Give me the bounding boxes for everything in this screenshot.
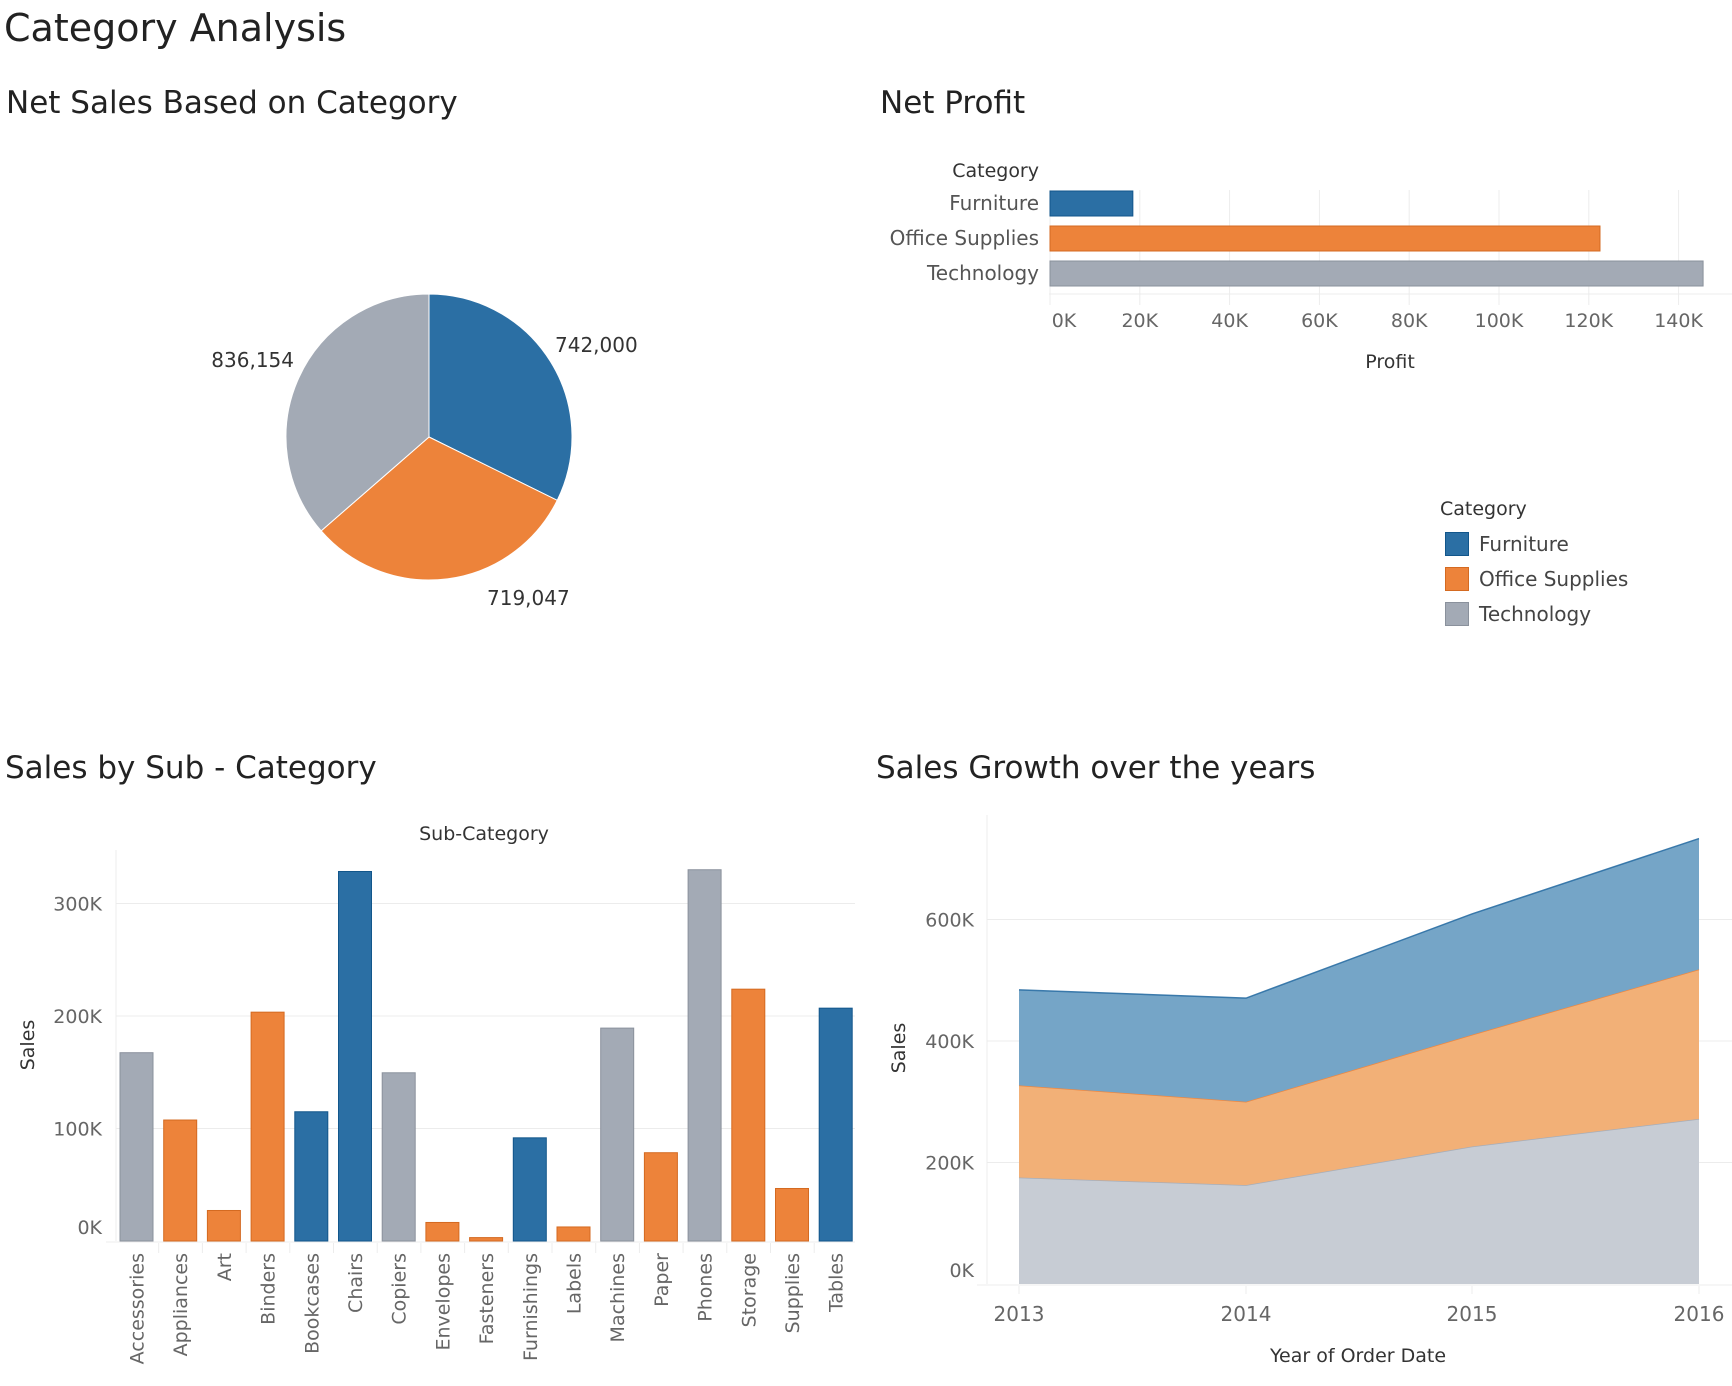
legend-item-office-supplies[interactable]: Office Supplies (1440, 561, 1628, 596)
growth-y-tick-label: 600K (925, 910, 974, 932)
growth-y-tick-label: 400K (925, 1031, 974, 1053)
legend-swatch-technology (1445, 601, 1469, 626)
legend-title: Category (1440, 498, 1527, 520)
sales-growth-area-chart: Year of Order Date Sales 0K 200K 400K 600K 2… (888, 815, 1732, 1367)
legend-item-technology[interactable]: Technology (1440, 596, 1628, 631)
growth-y-tick-label: 200K (925, 1153, 974, 1175)
growth-y-tick-label: 0K (949, 1260, 974, 1282)
legend-label: Technology (1479, 601, 1592, 626)
legend-item-furniture[interactable]: Furniture (1440, 526, 1628, 561)
growth-x-axis-label: Year of Order Date (1269, 1345, 1446, 1367)
legend-label: Furniture (1479, 531, 1569, 556)
growth-x-tick-label: 2014 (1221, 1302, 1272, 1326)
growth-x-tick-label: 2015 (1447, 1302, 1498, 1326)
growth-x-tick-label: 2016 (1674, 1302, 1725, 1326)
legend-swatch-office-supplies (1445, 566, 1469, 591)
growth-y-axis-label: Sales (888, 1023, 910, 1074)
category-legend: Category Furniture Office Supplies Techn… (1440, 498, 1628, 631)
growth-x-tick-label: 2013 (994, 1302, 1045, 1326)
legend-label: Office Supplies (1479, 566, 1629, 591)
legend-swatch-furniture (1445, 531, 1469, 556)
